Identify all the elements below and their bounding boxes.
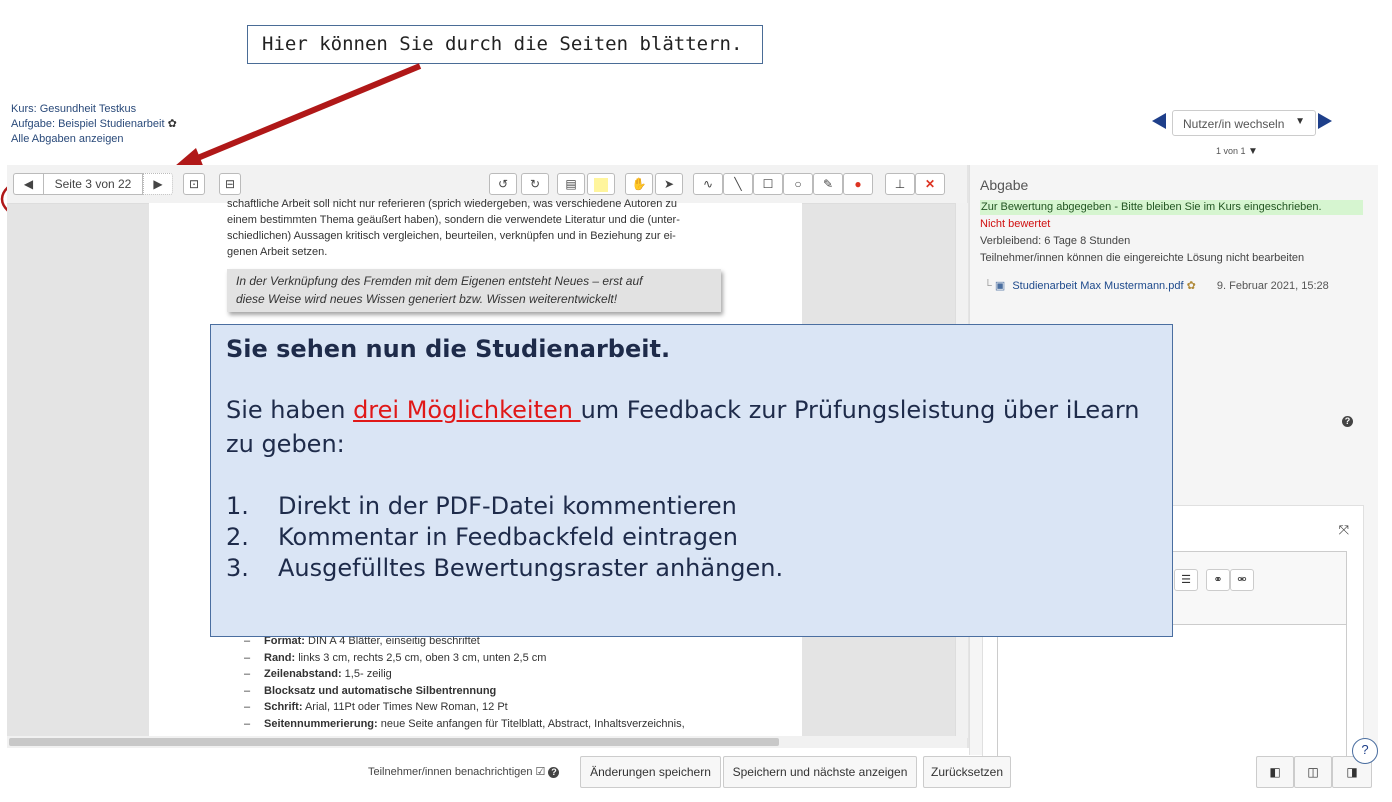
list-item: – Schrift: Arial, 11Pt oder Times New Rom… [244,701,508,713]
user-select[interactable]: Nutzer/in wechseln ▼ [1172,110,1316,136]
file-link[interactable]: Studienarbeit Max Mustermann.pdf [1012,280,1183,292]
save-next-button[interactable]: Speichern und nächste anzeigen [723,756,917,788]
annotation-arrow-line [186,63,422,165]
rotate-right-icon[interactable]: ↻ [521,173,549,195]
highlighter-tool-icon[interactable]: ✎ [813,173,843,195]
highlight-color-icon[interactable] [587,173,615,195]
converter-icon: ✿ [1186,280,1196,292]
help-icon[interactable]: ? [548,767,560,778]
search-comments-icon[interactable]: ⊡ [183,173,205,195]
line-tool-icon[interactable]: ╲ [723,173,753,195]
select-tool-icon[interactable]: ➤ [655,173,683,195]
horizontal-scrollbar[interactable] [7,736,967,748]
list-item: 2. Kommentar in Feedbackfeld eintragen [226,523,738,551]
hand-tool-icon[interactable]: ✋ [625,173,653,195]
instruction-overlay: Sie sehen nun die Studienarbeit. Sie hab… [210,324,1173,637]
gear-icon[interactable]: ✿ [168,118,177,130]
caret-down-icon: ▼ [1295,116,1305,127]
page-select[interactable]: Seite 3 von 22 [43,173,143,195]
list-item: 3. Ausgefülltes Bewertungsraster anhängen… [226,554,784,582]
page-text-top: schaftliche Arbeit soll nicht nur referi… [227,198,680,258]
color-picker-icon[interactable]: ● [843,173,873,195]
chat-icon[interactable]: ? [1352,738,1378,764]
pen-tool-icon[interactable]: ∿ [693,173,723,195]
quote-box: In der Verknüpfung des Fremden mit dem E… [227,269,721,312]
scrollbar-thumb[interactable] [9,738,779,746]
notify-checkbox[interactable]: Teilnehmer/innen benachrichtigen ☑ ? [368,765,560,778]
pdf-file-icon: ▣ [994,280,1006,292]
help-icon[interactable]: ? [1342,416,1353,427]
feedback-options-list: 1. Direkt in der PDF-Datei kommentieren 2… [226,491,783,584]
reset-button[interactable]: Zurücksetzen [923,756,1011,788]
footer-bar: Teilnehmer/innen benachrichtigen ☑ ? Änd… [0,738,1392,802]
fullscreen-icon[interactable]: ⤧ [1339,522,1349,538]
list-item: – Rand: links 3 cm, rechts 2,5 cm, oben 3… [244,651,547,664]
overlay-title: Sie sehen nun die Studienarbeit. [226,335,671,363]
filter-icon[interactable]: ▼ [1248,146,1258,157]
stamp-tool-icon[interactable]: ⊥ [885,173,915,195]
user-count: 1 von 1 ▼ [1216,146,1258,157]
panel-title: Abgabe [980,177,1029,193]
layout-both-icon[interactable]: ◫ [1294,756,1332,788]
status-submitted: Zur Bewertung abgegeben - Bitte bleiben … [980,200,1363,215]
numbered-list-icon[interactable]: ☰ [1174,569,1198,591]
file-date: 9. Februar 2021, 15:28 [1216,280,1329,292]
list-item: – Seitennummerierung: neue Seite anfangen… [244,717,685,730]
course-link[interactable]: Kurs: Gesundheit Testkus [11,102,177,117]
oval-tool-icon[interactable]: ○ [783,173,813,195]
expand-comments-icon[interactable]: ⊟ [219,173,241,195]
feedback-textarea[interactable] [998,624,1346,758]
submitted-file: └ ▣ Studienarbeit Max Mustermann.pdf ✿ 9… [984,279,1329,292]
link-icon[interactable]: ⚭ [1206,569,1230,591]
save-changes-button[interactable]: Änderungen speichern [580,756,721,788]
list-item: – Zeilenabstand: 1,5- zeilig [244,668,392,680]
time-remaining: Verbleibend: 6 Tage 8 Stunden [980,235,1131,247]
rotate-left-icon[interactable]: ↺ [489,173,517,195]
tree-connector-icon: └ [984,280,992,292]
next-page-button[interactable]: ▶ [143,173,173,195]
previous-page-button[interactable]: ◀ [13,173,43,195]
list-item: – Blocksatz und automatische Silbentrennu… [244,684,497,697]
format-list: – Format: DIN A 4 Blätter, einseitig besc… [244,633,804,732]
course-info: Kurs: Gesundheit Testkus Aufgabe: Beispi… [11,102,177,147]
unlink-icon[interactable]: ⚮ [1230,569,1254,591]
comment-icon[interactable]: ▤ [557,173,585,195]
overlay-intro: Sie haben drei Möglichkeiten um Feedback… [226,396,1140,458]
delete-icon[interactable]: ✕ [915,173,945,195]
callout-page-navigation: Hier können Sie durch die Seiten blätter… [247,25,763,64]
edit-status: Teilnehmer/innen können die eingereichte… [980,252,1305,264]
next-user-icon[interactable] [1318,113,1332,129]
layout-left-icon[interactable]: ◧ [1256,756,1294,788]
previous-user-icon[interactable] [1152,113,1166,129]
status-grading: Nicht bewertet [980,218,1051,230]
list-item: 1. Direkt in der PDF-Datei kommentieren [226,492,737,520]
rectangle-tool-icon[interactable]: ☐ [753,173,783,195]
assignment-link[interactable]: Aufgabe: Beispiel Studienarbeit [11,118,165,130]
all-submissions-link[interactable]: Alle Abgaben anzeigen [11,132,177,147]
